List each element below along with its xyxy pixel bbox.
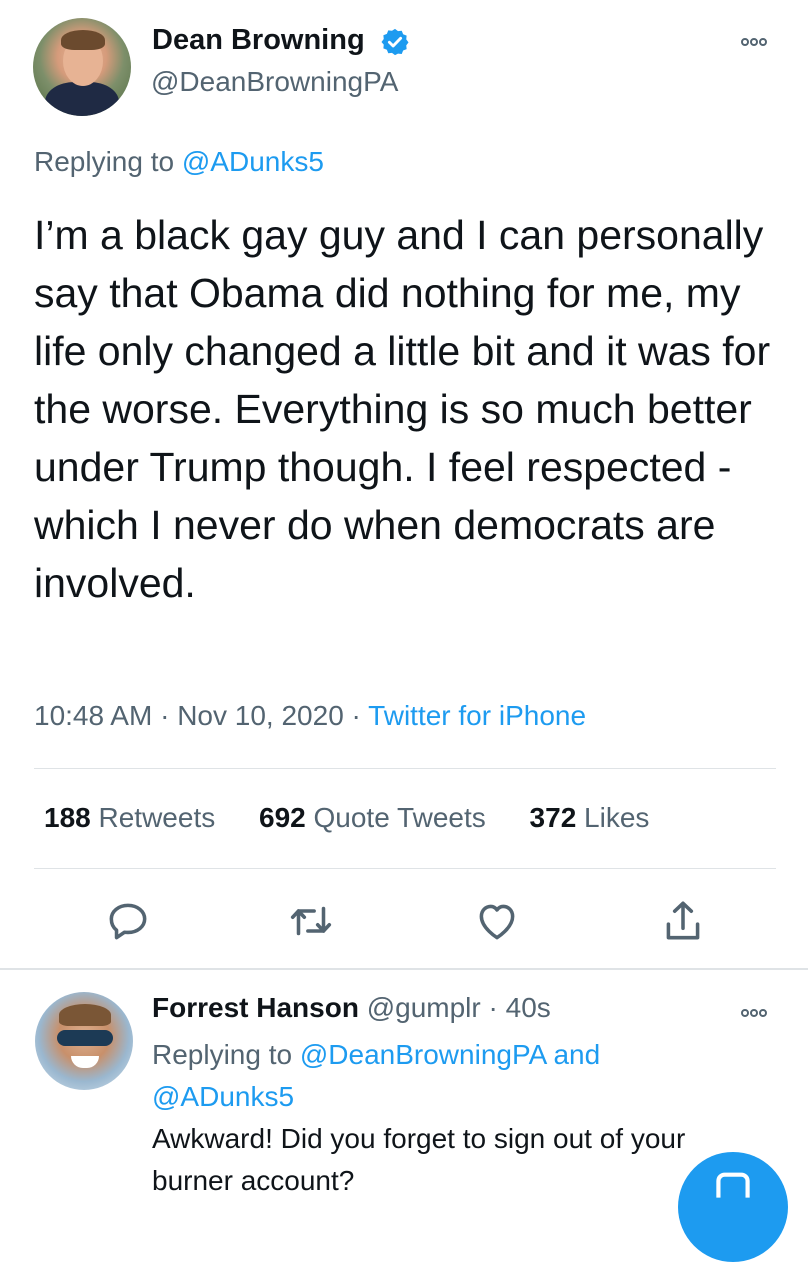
divider xyxy=(34,868,776,869)
likes-count: 372 xyxy=(529,802,577,833)
handle[interactable]: @DeanBrowningPA xyxy=(151,66,398,98)
avatar-sunglasses xyxy=(57,1030,113,1046)
replying-to-link[interactable]: @ADunks5 xyxy=(182,146,324,177)
tweet-source[interactable]: Twitter for iPhone xyxy=(368,700,586,731)
avatar-suit xyxy=(45,82,119,116)
separator: · xyxy=(480,992,506,1023)
dot xyxy=(741,38,749,46)
divider xyxy=(34,768,776,769)
retweets-count: 188 xyxy=(44,802,91,833)
quotes-count: 692 xyxy=(259,802,306,833)
replying-and: and xyxy=(545,1039,601,1070)
retweet-icon[interactable] xyxy=(286,896,336,946)
tweet-stats: 188 Retweets 692 Quote Tweets 372 Likes xyxy=(44,802,685,834)
replying-prefix: Replying to xyxy=(152,1039,300,1070)
compose-button[interactable] xyxy=(678,1152,788,1262)
display-name[interactable]: Dean Browning xyxy=(152,24,365,57)
verified-badge-icon xyxy=(381,28,409,56)
compose-icon xyxy=(716,1172,750,1198)
avatar-hair xyxy=(59,1004,111,1026)
heart-icon[interactable] xyxy=(472,896,522,946)
quote-tweets-stat[interactable]: 692 Quote Tweets xyxy=(259,802,486,834)
avatar-smile xyxy=(71,1056,99,1068)
dot xyxy=(750,1009,758,1017)
retweets-stat[interactable]: 188 Retweets xyxy=(44,802,215,834)
reply-display-name[interactable]: Forrest Hanson xyxy=(152,992,359,1023)
avatar-hair xyxy=(61,30,105,50)
tweet-date[interactable]: Nov 10, 2020 xyxy=(177,700,344,731)
more-options-icon[interactable] xyxy=(741,33,773,47)
replying-to-link[interactable]: @DeanBrowningPA xyxy=(300,1039,546,1070)
quotes-label: Quote Tweets xyxy=(313,802,486,833)
dot xyxy=(759,1009,767,1017)
replying-to-link[interactable]: @ADunks5 xyxy=(152,1081,294,1112)
replying-to-line: Replying to @DeanBrowningPA and @ADunks5 xyxy=(152,1034,712,1118)
likes-label: Likes xyxy=(584,802,650,833)
dot xyxy=(741,1009,749,1017)
avatar[interactable] xyxy=(33,18,131,116)
tweet-time[interactable]: 10:48 AM xyxy=(34,700,152,731)
dot xyxy=(750,38,758,46)
reply-header: Forrest Hanson @gumplr · 40s xyxy=(152,992,551,1024)
reply-handle[interactable]: @gumplr xyxy=(367,992,481,1023)
share-icon[interactable] xyxy=(658,896,708,946)
more-options-icon[interactable] xyxy=(741,1004,773,1018)
replying-to-line: Replying to @ADunks5 xyxy=(34,146,324,178)
reply-time[interactable]: 40s xyxy=(506,992,551,1023)
replying-prefix: Replying to xyxy=(34,146,182,177)
separator: · xyxy=(343,700,369,731)
tweet-text: I’m a black gay guy and I can personally… xyxy=(34,212,771,606)
retweets-label: Retweets xyxy=(98,802,216,833)
action-bar xyxy=(0,896,808,946)
reply-tweet[interactable]: Forrest Hanson @gumplr · 40s Replying to… xyxy=(0,970,808,1262)
reply-text: Awkward! Did you forget to sign out of y… xyxy=(152,1123,686,1196)
dot xyxy=(759,38,767,46)
reply-icon[interactable] xyxy=(103,896,153,946)
likes-stat[interactable]: 372 Likes xyxy=(530,802,650,834)
avatar[interactable] xyxy=(35,992,133,1090)
separator: · xyxy=(152,700,178,731)
tweet-meta: 10:48 AM · Nov 10, 2020 · Twitter for iP… xyxy=(34,700,586,732)
